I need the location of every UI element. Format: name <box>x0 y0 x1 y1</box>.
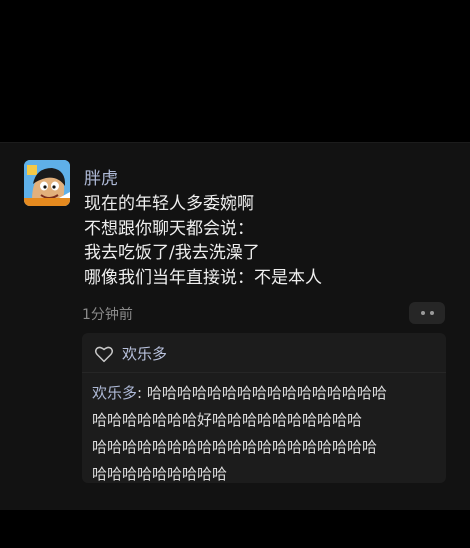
post-author-name[interactable]: 胖虎 <box>84 164 118 189</box>
post-line: 我去吃饭了/我去洗澡了 <box>84 243 260 263</box>
comment-line: 哈哈哈哈哈哈哈哈哈哈哈哈哈哈哈哈哈哈哈 <box>92 438 378 456</box>
post-content: 现在的年轻人多委婉啊 不想跟你聊天都会说： 我去吃饭了/我去洗澡了 哪像我们当年… <box>84 192 444 290</box>
avatar[interactable] <box>24 160 70 206</box>
top-black-area <box>0 0 470 142</box>
dot-icon <box>429 311 434 315</box>
more-actions-button[interactable] <box>409 302 445 324</box>
liker-name[interactable]: 欢乐多 <box>122 343 167 364</box>
comment-line: 哈哈哈哈哈哈哈好哈哈哈哈哈哈哈哈哈哈 <box>92 411 363 429</box>
dot-icon <box>420 311 425 315</box>
comment-separator: : <box>137 384 147 402</box>
heart-outline-icon <box>94 346 114 362</box>
post-line: 不想跟你聊天都会说： <box>84 218 254 239</box>
divider <box>82 372 446 373</box>
comment-line: 欢乐多: 哈哈哈哈哈哈哈哈哈哈哈哈哈哈哈哈 <box>92 380 442 407</box>
comment-line: 哈哈哈哈哈哈哈哈哈 <box>92 465 228 483</box>
likes-row: 欢乐多 <box>94 343 167 364</box>
comment-text: 哈哈哈哈哈哈哈哈哈哈哈哈哈哈哈哈 <box>146 384 387 402</box>
comment[interactable]: 欢乐多: 哈哈哈哈哈哈哈哈哈哈哈哈哈哈哈哈 哈哈哈哈哈哈哈好哈哈哈哈哈哈哈哈哈哈… <box>92 380 442 488</box>
bottom-black-area <box>0 510 470 548</box>
post-line: 哪像我们当年直接说：不是本人 <box>84 267 322 288</box>
post-timestamp: 1分钟前 <box>82 307 133 323</box>
comment-author[interactable]: 欢乐多 <box>92 384 137 402</box>
avatar-cartoon-icon <box>24 160 70 206</box>
post-line: 现在的年轻人多委婉啊 <box>84 194 254 214</box>
